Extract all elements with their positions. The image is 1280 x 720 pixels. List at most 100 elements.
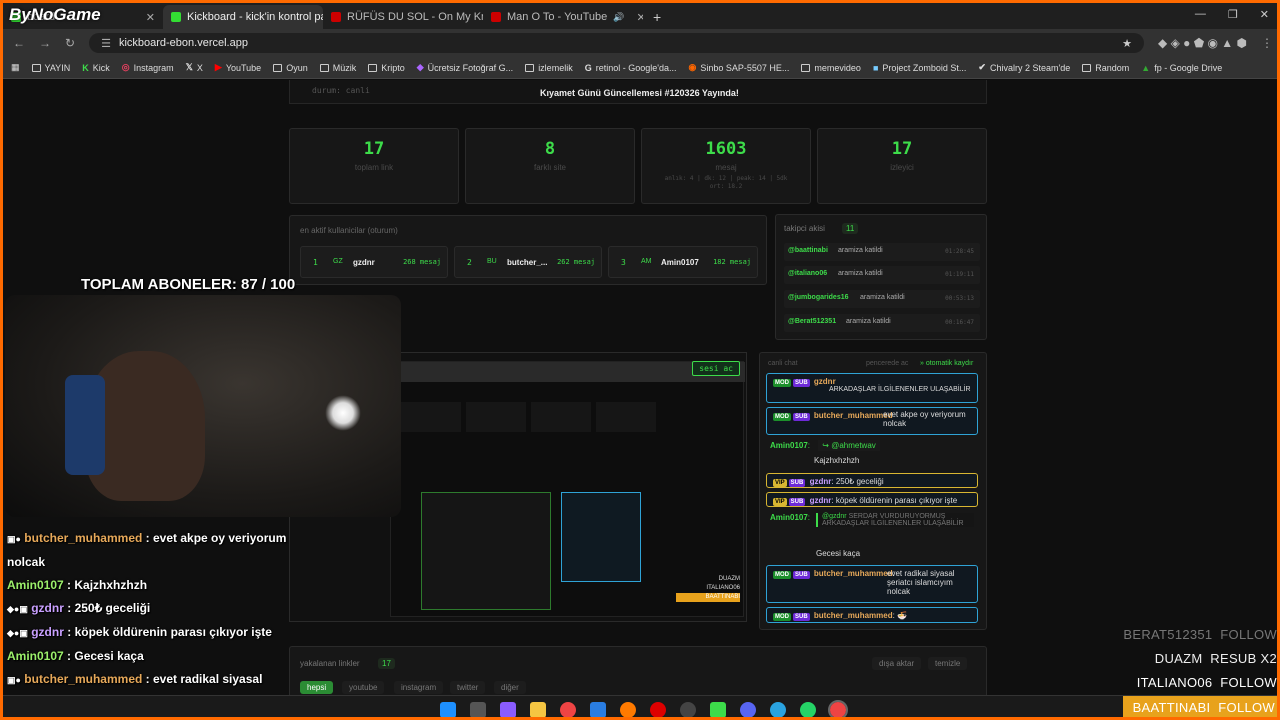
- follower-name: @baattinabi: [788, 247, 828, 254]
- copilot-icon[interactable]: [500, 701, 516, 717]
- tab-title: Kickboard - kick'in kontrol pan: [187, 11, 323, 23]
- file-explorer-icon[interactable]: [530, 701, 546, 717]
- sound-toggle-button[interactable]: sesi ac: [692, 361, 740, 376]
- overlay-text: : Gecesi kaça: [67, 649, 144, 663]
- active-user-row[interactable]: 2 BU butcher_... 262 mesaj: [454, 246, 602, 278]
- filter-tab-all[interactable]: hepsi: [300, 681, 334, 694]
- bookmark-label: Kripto: [381, 62, 405, 73]
- obs-icon[interactable]: [680, 701, 696, 717]
- bookmark-item[interactable]: Kripto: [368, 63, 405, 73]
- chrome-icon[interactable]: [560, 701, 576, 717]
- bookmark-item[interactable]: 𝕏X: [186, 62, 203, 73]
- bookmark-item[interactable]: ■ Project Zomboid St...: [873, 63, 966, 73]
- bookmark-label: Instagram: [133, 62, 174, 73]
- follower-row: @Berat512351 aramiza katildi 00:16:47: [784, 314, 980, 332]
- chat-text: Kajzhxhzhzh: [814, 456, 860, 465]
- bookmark-item[interactable]: YAYIN: [31, 63, 70, 73]
- follower-row: @jumbogarides16 aramiza katildi 00:53:13: [784, 290, 980, 308]
- discord-icon[interactable]: [740, 701, 756, 717]
- stat-card-links: 17 toplam link: [289, 128, 459, 204]
- minimize-icon[interactable]: —: [1195, 8, 1206, 21]
- overlay-username: butcher_muhammed: [24, 672, 143, 686]
- filter-tab-instagram[interactable]: instagram: [394, 681, 444, 694]
- bookmark-label: Ücretsiz Fotoğraf G...: [427, 62, 514, 73]
- bookmark-item[interactable]: ▲ fp - Google Drive: [1141, 63, 1222, 73]
- active-user-row[interactable]: 1 GZ gzdnr 268 mesaj: [300, 246, 448, 278]
- close-window-icon[interactable]: ✕: [1260, 8, 1269, 21]
- extensions-icon[interactable]: ◆ ◈ ● ⬟ ◉ ▲ ⬢: [1158, 36, 1247, 50]
- tab-kickboard-2[interactable]: Kickboard - kick'in kontrol pan✕: [163, 5, 323, 29]
- chat-message: Amin0107: ↪ @ahmetwav Kajzhxhzhzh: [770, 440, 978, 471]
- reload-icon[interactable]: ↻: [65, 36, 75, 50]
- filter-tab-youtube[interactable]: youtube: [342, 681, 385, 694]
- user-count: 182 mesaj: [713, 258, 751, 266]
- follower-time: 01:19:11: [945, 271, 974, 278]
- overlay-chat-line: ◆●▣ gzdnr : 250₺ geceliği: [7, 597, 297, 621]
- chrome-active-icon[interactable]: [828, 699, 848, 717]
- chat-username: butcher_muhammed: [813, 569, 893, 578]
- bookmark-item[interactable]: izlemelik: [525, 63, 573, 73]
- chat-message: VIP SUB gzdnr: köpek öldürenin parası çık…: [766, 492, 978, 507]
- speaker-icon: 🔊: [613, 11, 625, 22]
- opera-icon[interactable]: [650, 701, 666, 717]
- active-users-title: en aktif kullanicilar (oturum): [300, 226, 398, 235]
- overlay-text: : 250₺ geceliği: [67, 601, 151, 615]
- overlay-chat-line: Amin0107 : Gecesi kaça: [7, 645, 297, 668]
- sub-badge: SUB: [788, 498, 806, 506]
- popout-button[interactable]: pencerede ac: [866, 360, 908, 367]
- bookmark-item[interactable]: Oyun: [273, 63, 308, 73]
- bookmark-item[interactable]: ◆ Ücretsiz Fotoğraf G...: [417, 62, 513, 73]
- alert-action: FOLLOW: [1218, 700, 1275, 715]
- bookmark-item[interactable]: ✔ Chivalry 2 Steam'de: [978, 62, 1070, 73]
- filter-tab-other[interactable]: diğer: [494, 681, 526, 694]
- autoscroll-toggle[interactable]: » otomatik kaydır: [920, 360, 973, 367]
- youtube-favicon-icon: [491, 12, 501, 22]
- bookmark-item[interactable]: ◉ Sinbo SAP-5507 HE...: [688, 62, 789, 73]
- tab-rufus[interactable]: RÜFÜS DU SOL - On My Knees✕: [323, 5, 483, 29]
- chat-message: MOD SUB gzdnr ARKADAŞLAR İLGİLENENLER ULA…: [766, 373, 978, 403]
- filter-tab-twitter[interactable]: twitter: [450, 681, 486, 694]
- clear-button[interactable]: temizle: [928, 657, 968, 670]
- bookmark-item[interactable]: Gretinol - Google'da...: [585, 63, 677, 73]
- new-tab-button[interactable]: +: [643, 9, 671, 29]
- telegram-icon[interactable]: [770, 701, 786, 717]
- bookmark-item[interactable]: Random: [1082, 63, 1129, 73]
- bookmark-star-icon[interactable]: ★: [1122, 37, 1132, 50]
- follower-text: aramiza katildi: [846, 318, 891, 325]
- forward-icon[interactable]: →: [39, 36, 51, 50]
- kick-favicon-icon: [171, 12, 181, 22]
- firefox-icon[interactable]: [620, 701, 636, 717]
- overlay-username: gzdnr: [31, 601, 64, 615]
- tab-man-o-to[interactable]: Man O To - YouTube🔊✕: [483, 5, 643, 29]
- bookmark-label: Oyun: [286, 62, 308, 73]
- active-user-row[interactable]: 3 AM Amin0107 182 mesaj: [608, 246, 758, 278]
- task-view-icon[interactable]: [470, 701, 486, 717]
- tab-title: Man O To - YouTube: [507, 11, 608, 23]
- tab-close-icon[interactable]: ✕: [146, 11, 155, 24]
- chat-username: butcher_muhammed: [813, 411, 893, 420]
- site-info-icon[interactable]: ☰: [101, 37, 111, 50]
- dashboard-header: durum: canli Kıyamet Günü Güncellemesi #…: [289, 80, 987, 104]
- bookmark-item[interactable]: ▶ YouTube: [215, 62, 261, 73]
- maximize-icon[interactable]: ❐: [1228, 8, 1238, 21]
- mail-icon[interactable]: [590, 701, 606, 717]
- kick-icon[interactable]: [710, 701, 726, 717]
- url-input[interactable]: ☰ kickboard-ebon.vercel.app ★: [89, 33, 1145, 53]
- bookmark-item[interactable]: K Kick: [82, 63, 110, 73]
- overlay-chat-line: Amin0107 : Kajzhxhzhzh: [7, 574, 297, 597]
- export-button[interactable]: dışa aktar: [872, 657, 922, 670]
- whatsapp-icon[interactable]: [800, 701, 816, 717]
- menu-icon[interactable]: ⋮: [1261, 36, 1273, 50]
- back-icon[interactable]: ←: [13, 36, 25, 50]
- alert-name: ITALIANO06: [1136, 675, 1213, 690]
- stat-label: mesaj: [715, 163, 737, 172]
- chat-message: Amin0107: @gzdnr SERDAR VURDURUYORMUŞ AR…: [770, 513, 978, 559]
- bookmark-item[interactable]: memevideo: [801, 63, 861, 73]
- start-menu-icon[interactable]: [440, 701, 456, 717]
- chat-username: gzdnr: [809, 477, 832, 486]
- bookmark-item[interactable]: Müzik: [319, 63, 356, 73]
- bookmark-item[interactable]: ◎ Instagram: [122, 62, 174, 73]
- apps-grid-icon[interactable]: ▦: [11, 62, 20, 73]
- alert-name: BAATTINABI: [1132, 700, 1211, 715]
- overlay-username: Amin0107: [7, 578, 64, 592]
